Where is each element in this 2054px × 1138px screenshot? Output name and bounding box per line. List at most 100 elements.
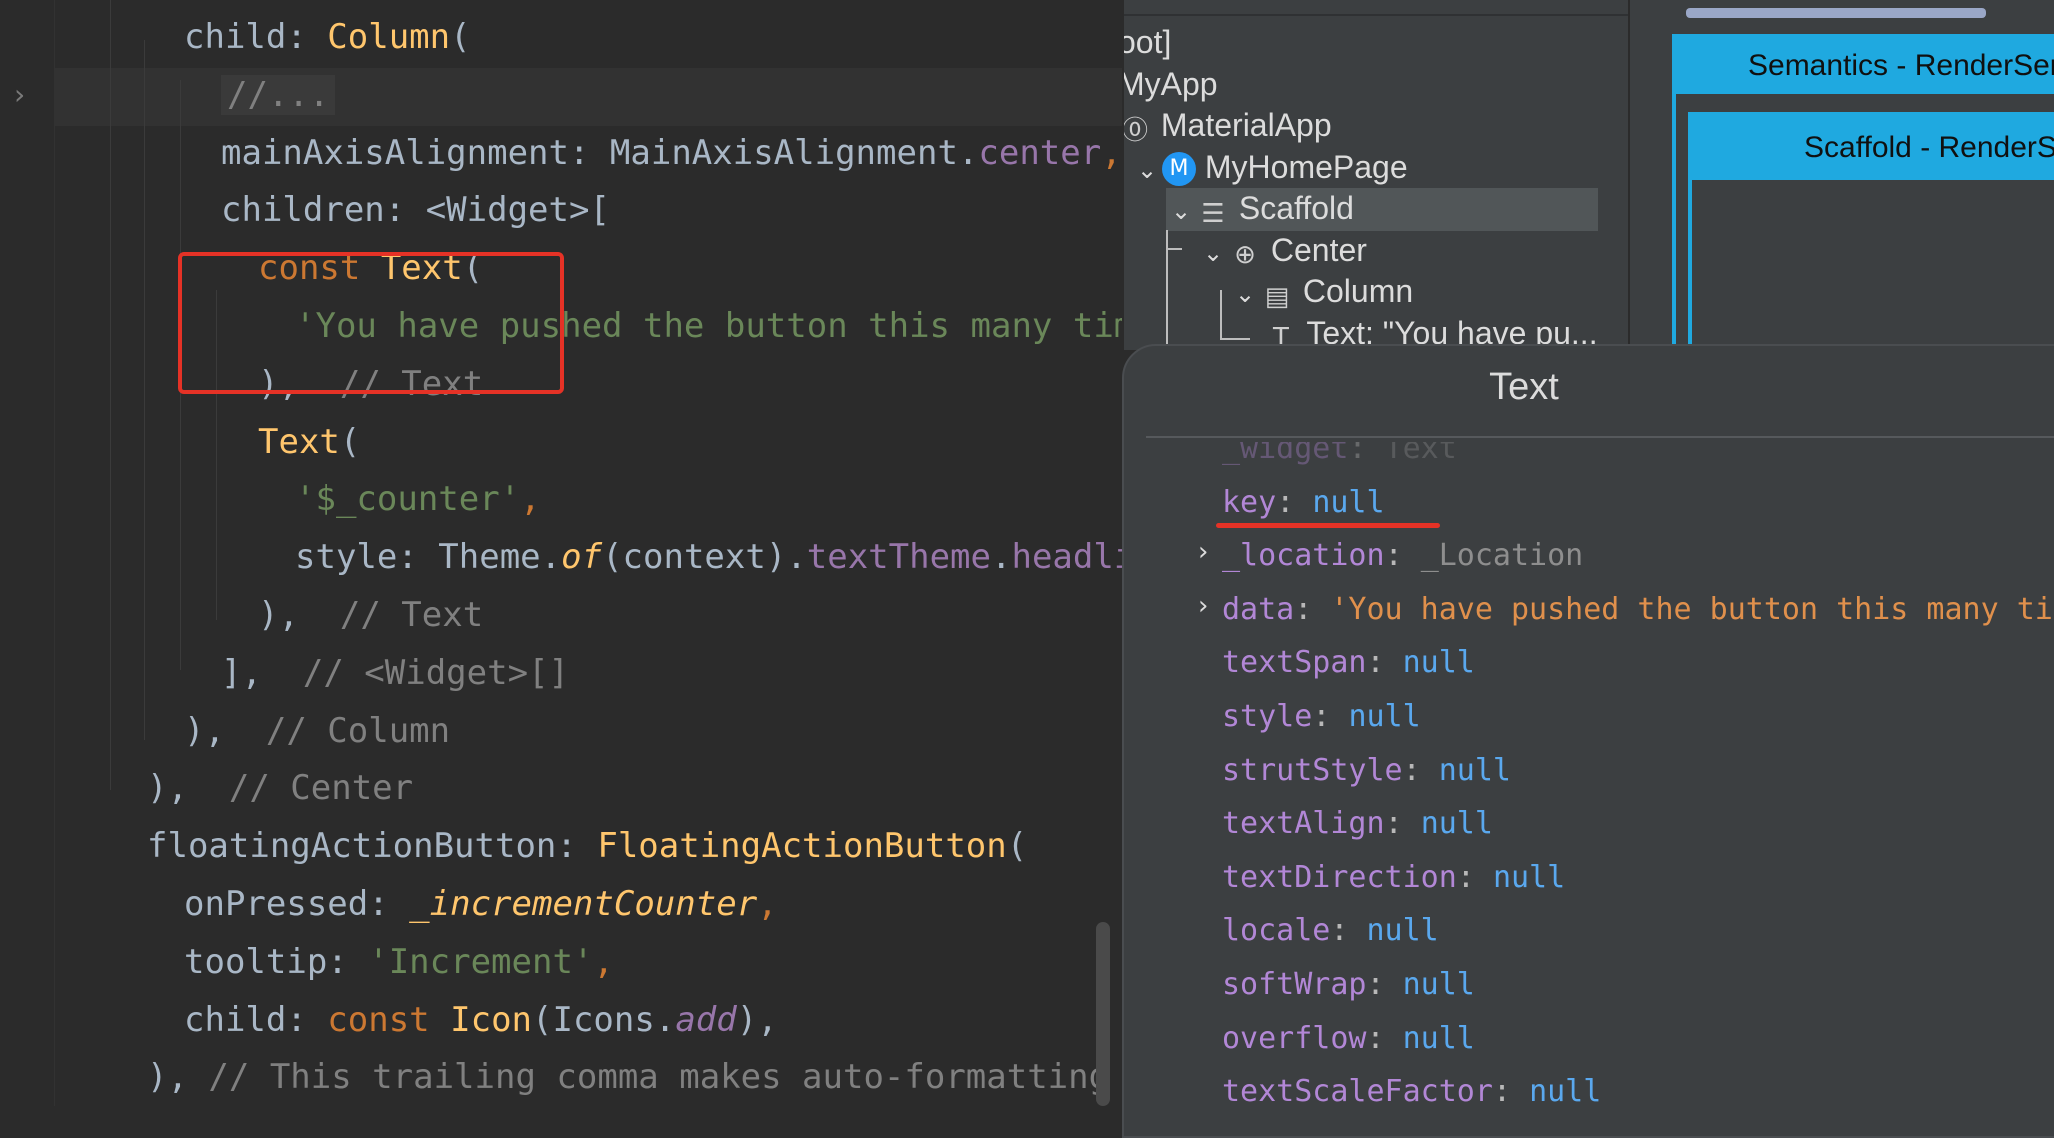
code-token: textTheme [806, 537, 991, 578]
property-row-widget[interactable]: _widget: Text [1222, 442, 1457, 476]
property-key: textScaleFactor [1222, 1074, 1493, 1110]
property-key: _widget [1222, 442, 1349, 466]
code-token: , [757, 884, 778, 924]
code-line[interactable]: child: Column( [184, 8, 471, 66]
chevron-down-icon[interactable]: ⌄ [1166, 191, 1196, 231]
tree-node-center[interactable]: ⌄ ⊕ Center [1198, 230, 1367, 273]
code-line[interactable]: ), // Column [184, 702, 450, 760]
layout-explorer-panel[interactable]: Semantics - RenderSemantics Scaffold - R… [1628, 0, 2054, 350]
editor-scrollbar[interactable] [1096, 922, 1110, 1106]
tree-node-myhomepage[interactable]: ⌄ M MyHomePage [1132, 147, 1408, 190]
property-row-overflow[interactable]: overflow: null [1222, 1012, 1475, 1066]
chevron-down-icon[interactable]: ⌄ [1198, 233, 1228, 273]
code-token: (Icons. [532, 999, 676, 1040]
expand-arrow-icon[interactable]: › [1198, 537, 1208, 567]
property-colon: : [1312, 699, 1349, 734]
indent-guide [144, 40, 145, 740]
key-underline-annotation [1216, 523, 1440, 528]
code-token: ), [147, 1057, 209, 1098]
code-token: children: <Widget>[ [221, 190, 610, 231]
property-colon: : [1366, 645, 1403, 681]
properties-list[interactable]: _widget: Text key: null › _location: _Locat… [1124, 442, 2054, 1136]
m-badge-icon: M [1162, 152, 1196, 187]
property-value: null [1402, 645, 1475, 681]
property-row-textalign[interactable]: textAlign: null [1222, 797, 1493, 851]
tree-node-myapp[interactable]: MyApp [1122, 64, 1218, 104]
property-row-softwrap[interactable]: softWrap: null [1222, 958, 1475, 1012]
code-token: tooltip: [184, 941, 369, 982]
indent-guide [110, 0, 111, 790]
property-row-textdirection[interactable]: textDirection: null [1222, 851, 1565, 905]
code-line[interactable]: ], // <Widget>[] [221, 644, 569, 702]
code-token: ), [258, 595, 320, 635]
property-row-locale[interactable]: locale: null [1222, 904, 1439, 958]
tree-node-column[interactable]: ⌄ ▤ Column [1230, 271, 1413, 314]
code-editor[interactable]: › child: Column(//... mainAxisAlignment: … [0, 0, 1122, 1106]
code-line[interactable]: mainAxisAlignment: MainAxisAlignment.cen… [221, 124, 1122, 182]
properties-panel[interactable]: Text _widget: Text key: null › _location: _… [1122, 344, 2054, 1138]
scaffold-render-box[interactable]: Scaffold - RenderScaffold [1688, 112, 2054, 350]
layout-tab-indicator [1686, 8, 1986, 18]
chevron-down-icon[interactable]: ⌄ [1230, 274, 1260, 314]
code-token: // Center [208, 768, 414, 809]
property-key: style [1222, 699, 1313, 734]
code-line[interactable]: onPressed: _incrementCounter, [184, 875, 778, 933]
property-row-style[interactable]: style: null [1222, 690, 1421, 744]
widget-tree-panel[interactable]: oot] MyApp ⓪ MaterialApp ⌄ M MyHomePage ⌄ ☰ Sc… [1122, 0, 1630, 350]
code-token: . [991, 537, 1012, 578]
property-colon: : [1294, 591, 1331, 627]
properties-divider [1146, 436, 2054, 438]
property-key: locale [1222, 913, 1331, 949]
code-line[interactable]: ), // This trailing comma makes auto-for… [147, 1048, 1122, 1106]
code-token: Icon [450, 999, 533, 1040]
chevron-down-icon[interactable]: ⌄ [1132, 150, 1162, 190]
code-line[interactable]: '$_counter', [295, 470, 541, 528]
code-token: ( [450, 17, 471, 57]
property-value: null [1402, 1020, 1475, 1056]
fold-arrow-icon[interactable]: › [14, 78, 25, 111]
code-line[interactable]: children: <Widget>[ [221, 181, 610, 239]
code-token: ), [184, 710, 246, 751]
code-token: style: Theme. [295, 537, 562, 578]
property-row-textscalefactor[interactable]: textScaleFactor: null [1222, 1065, 1601, 1119]
tree-node-scaffold[interactable]: ⌄ ☰ Scaffold [1166, 188, 1598, 231]
code-token: , [520, 479, 541, 520]
tree-node-label: Column [1302, 273, 1414, 309]
property-row-key[interactable]: key: null [1222, 476, 1385, 530]
code-line[interactable]: child: const Icon(Icons.add), [184, 991, 778, 1049]
code-line[interactable]: ), // Text [258, 586, 483, 644]
property-key: strutStyle [1222, 752, 1403, 788]
property-row-location[interactable]: _location: _Location [1222, 529, 1583, 583]
tree-node-oot[interactable]: oot] [1124, 22, 1171, 62]
property-value: null [1402, 967, 1475, 1002]
tree-node-label: MyApp [1122, 65, 1218, 102]
property-key: overflow [1222, 1020, 1367, 1056]
code-line[interactable]: //... [221, 66, 336, 124]
scaffold-icon: ☰ [1201, 198, 1225, 229]
property-value: null [1348, 699, 1421, 734]
column-icon: ▤ [1264, 281, 1290, 312]
tree-node-materialapp[interactable]: ⓪ MaterialApp [1124, 105, 1332, 146]
code-token: const [327, 999, 451, 1040]
code-line[interactable]: style: Theme.of(context).textTheme.headl… [295, 528, 1122, 586]
expand-arrow-icon[interactable]: › [1198, 591, 1208, 621]
code-token: child: [184, 999, 328, 1040]
code-line[interactable]: tooltip: 'Increment', [184, 933, 614, 991]
property-colon: : [1276, 484, 1313, 520]
property-colon: : [1402, 752, 1439, 788]
code-line[interactable]: floatingActionButton: FloatingActionButt… [147, 817, 1027, 875]
code-line[interactable]: ), // Center [147, 759, 413, 817]
property-row-data[interactable]: data: 'You have pushed the button this m… [1222, 583, 2054, 637]
code-line[interactable]: Text( [258, 413, 360, 471]
scaffold-render-label: Scaffold - RenderScaffold [1692, 116, 2054, 180]
tree-node-label: MyHomePage [1204, 148, 1408, 185]
tree-connector [1220, 338, 1250, 340]
code-token: ), [736, 999, 778, 1040]
code-token: ( [1006, 826, 1028, 867]
property-row-textspan[interactable]: textSpan: null [1222, 636, 1475, 690]
code-token: ], [221, 652, 283, 693]
property-row-strutstyle[interactable]: strutStyle: null [1222, 744, 1511, 798]
property-key: textAlign [1222, 806, 1385, 842]
property-value: null [1492, 859, 1566, 895]
property-key: softWrap [1222, 967, 1367, 1002]
